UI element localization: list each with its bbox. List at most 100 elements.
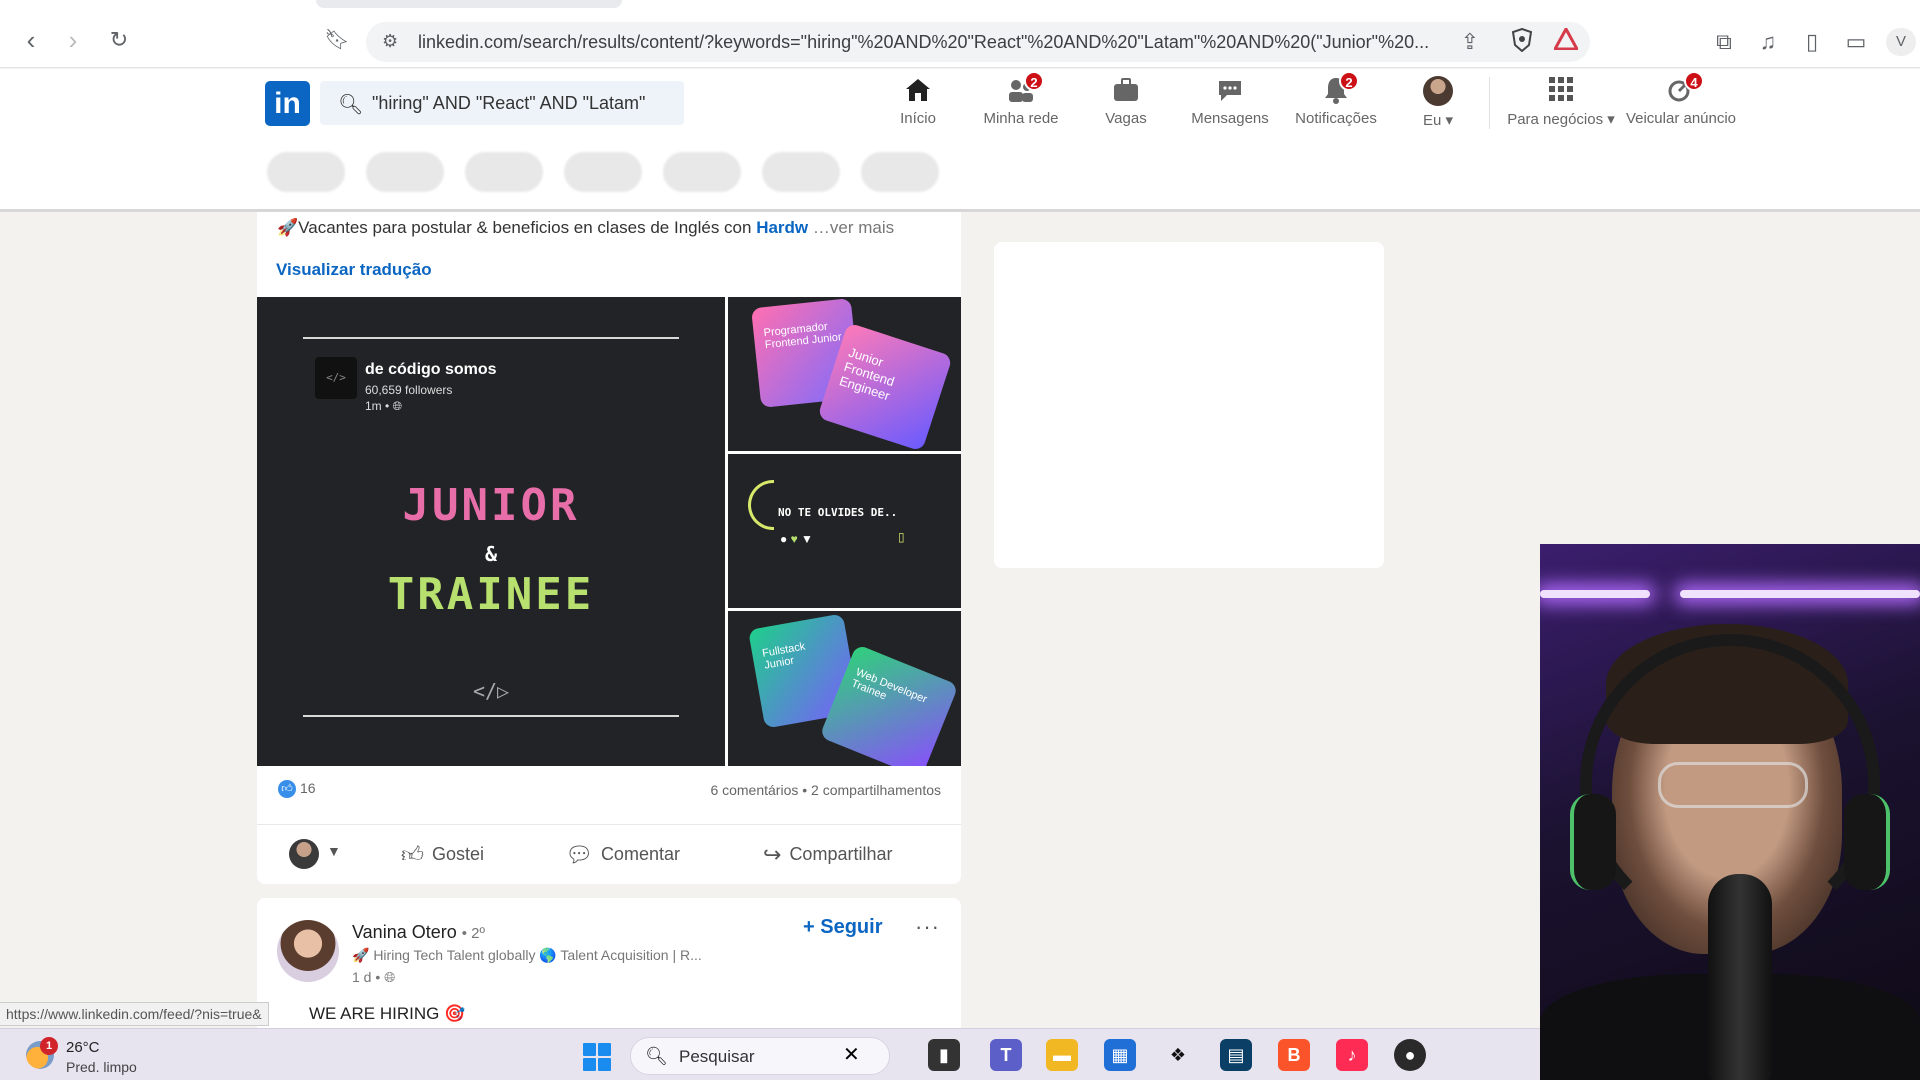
nav-label: Notificações: [1295, 110, 1377, 127]
comments-shares-count[interactable]: 6 comentários • 2 compartilhamentos: [710, 782, 941, 798]
caret-down-icon: ▾: [1445, 112, 1454, 129]
feed-post: 🚀Vacantes para postular & beneficios en …: [257, 212, 961, 884]
share-button[interactable]: ↪ Compartilhar: [763, 837, 892, 871]
windows-taskbar: 1 26°C Pred. limpo 🔍︎ Pesquisar ✕ ▮ T ▬ …: [0, 1028, 1540, 1080]
nav-divider: [1489, 77, 1490, 129]
nav-business[interactable]: Para negócios ▾: [1506, 75, 1616, 133]
nav-network[interactable]: 2 Minha rede: [976, 71, 1066, 133]
follow-button[interactable]: + Seguir: [803, 916, 882, 939]
url-text[interactable]: linkedin.com/search/results/content/?key…: [418, 32, 1478, 53]
brave-shield-icon[interactable]: [1508, 27, 1536, 56]
nav-home[interactable]: Início: [893, 75, 943, 133]
store-icon[interactable]: ▦: [1104, 1039, 1136, 1071]
webcam-overlay: [1540, 544, 1920, 1080]
filter-pill[interactable]: [861, 152, 939, 192]
weather-temp[interactable]: 26°C: [66, 1039, 100, 1056]
filter-pill[interactable]: [267, 152, 345, 192]
nav-advertise[interactable]: 4 Veicular anúncio: [1624, 71, 1738, 133]
forward-icon[interactable]: ›: [58, 26, 88, 56]
tiktok-icon[interactable]: ♪: [1336, 1039, 1368, 1071]
filter-pill[interactable]: [663, 152, 741, 192]
thumbnail-3[interactable]: Fullstack Junior Web Developer Trainee: [728, 611, 961, 766]
sidebar-icon[interactable]: ▯: [1798, 28, 1826, 56]
wallet-icon[interactable]: ▭: [1842, 28, 1870, 56]
filter-pill[interactable]: [465, 152, 543, 192]
translate-link[interactable]: Visualizar tradução: [276, 260, 432, 280]
divider: [303, 337, 679, 339]
search-input[interactable]: [372, 89, 672, 117]
comment-icon: 💬︎: [565, 842, 593, 867]
search-box[interactable]: 🔍︎: [320, 81, 684, 125]
share-icon[interactable]: ⇪: [1456, 28, 1484, 56]
nav-label: Minha rede: [983, 110, 1059, 127]
microphone: [1708, 874, 1772, 1080]
caret-down-icon[interactable]: ▼: [327, 843, 341, 859]
windows-start-icon[interactable]: [583, 1043, 611, 1071]
search-icon: 🔍︎: [338, 94, 364, 116]
explorer-icon[interactable]: ▬: [1046, 1039, 1078, 1071]
thumbnail-1[interactable]: Programador Frontend Junior Junior Front…: [728, 297, 961, 451]
caret-down-icon: ▾: [1607, 111, 1615, 128]
search-highlight-icon: ✕: [843, 1044, 860, 1066]
filter-pill[interactable]: [564, 152, 642, 192]
brave-rewards-icon[interactable]: [1552, 25, 1580, 56]
profile-chip[interactable]: V: [1886, 28, 1916, 56]
dropbox-icon[interactable]: ❖: [1162, 1039, 1194, 1071]
thumbnail-2[interactable]: NO TE OLVIDES DE.. ● ♥ ▼ ▯: [728, 454, 961, 608]
avatar: [1421, 76, 1455, 108]
nav-notifications[interactable]: 2 Notificações: [1290, 71, 1382, 133]
taskbar-search[interactable]: 🔍︎ Pesquisar ✕: [630, 1037, 890, 1075]
reaction-icons: ● ♥ ▼: [780, 532, 813, 546]
sidebar-card: [994, 242, 1384, 568]
see-more-link[interactable]: …ver mais: [813, 218, 894, 237]
account-logo: </>: [315, 357, 357, 399]
search-icon: 🔍︎: [645, 1046, 668, 1066]
post-text: WE ARE HIRING 🎯: [309, 1004, 466, 1023]
mention-link[interactable]: Hardw: [756, 218, 808, 237]
badge-count: 2: [1024, 71, 1044, 91]
tune-icon[interactable]: ⚙: [382, 31, 398, 52]
reminder-text: NO TE OLVIDES DE..: [778, 506, 898, 519]
linkedin-logo[interactable]: in: [265, 81, 310, 126]
reactions-count[interactable]: 👍︎ 16: [278, 780, 316, 799]
address-bar[interactable]: ⚙ linkedin.com/search/results/content/?k…: [366, 22, 1590, 62]
avatar[interactable]: [277, 920, 339, 982]
search-filters-bar: [0, 136, 1920, 212]
like-button[interactable]: 👍︎ Gostei: [401, 837, 484, 871]
nav-label: Para negócios ▾: [1507, 111, 1615, 128]
main-post-image[interactable]: </> de código somos 60,659 followers 1m …: [257, 297, 725, 766]
extensions-icon[interactable]: ⧉: [1710, 28, 1738, 56]
nav-jobs[interactable]: Vagas: [1100, 75, 1152, 133]
trainee-title: TRAINEE: [387, 569, 595, 620]
brave-icon[interactable]: B: [1278, 1039, 1310, 1071]
file-manager-icon[interactable]: ▮: [928, 1039, 960, 1071]
account-name: de código somos: [365, 361, 497, 378]
filter-pill[interactable]: [762, 152, 840, 192]
notes-icon[interactable]: ▤: [1220, 1039, 1252, 1071]
messaging-icon: [1213, 75, 1247, 107]
post-text: 🚀Vacantes para postular & beneficios en …: [277, 218, 895, 237]
comment-button[interactable]: 💬︎ Comentar: [565, 837, 680, 871]
nav-me[interactable]: Eu ▾: [1418, 75, 1458, 133]
nav-messaging[interactable]: Mensagens: [1188, 75, 1272, 133]
filter-pill[interactable]: [366, 152, 444, 192]
bookmark-icon[interactable]: 🔖︎: [322, 26, 352, 56]
ampersand: &: [484, 542, 498, 566]
obs-icon[interactable]: ●: [1394, 1039, 1426, 1071]
more-options-icon[interactable]: ···: [915, 914, 940, 940]
avatar[interactable]: [289, 839, 319, 869]
back-icon[interactable]: ‹: [16, 26, 46, 56]
ad-icon: 4: [1664, 71, 1704, 107]
nav-label: Mensagens: [1191, 110, 1269, 127]
active-tab-edge[interactable]: [316, 0, 622, 8]
account-followers: 60,659 followers: [365, 383, 453, 397]
led-strip: [1540, 590, 1650, 598]
teams-icon[interactable]: T: [990, 1039, 1022, 1071]
home-icon: [901, 75, 935, 107]
reload-icon[interactable]: ↻: [104, 26, 134, 56]
network-icon: 2: [1004, 71, 1044, 107]
media-icon[interactable]: ♫: [1754, 28, 1782, 56]
headset-ear: [1570, 794, 1616, 890]
weather-desc[interactable]: Pred. limpo: [66, 1059, 137, 1075]
author-name[interactable]: Vanina Otero • 2º: [352, 922, 485, 943]
